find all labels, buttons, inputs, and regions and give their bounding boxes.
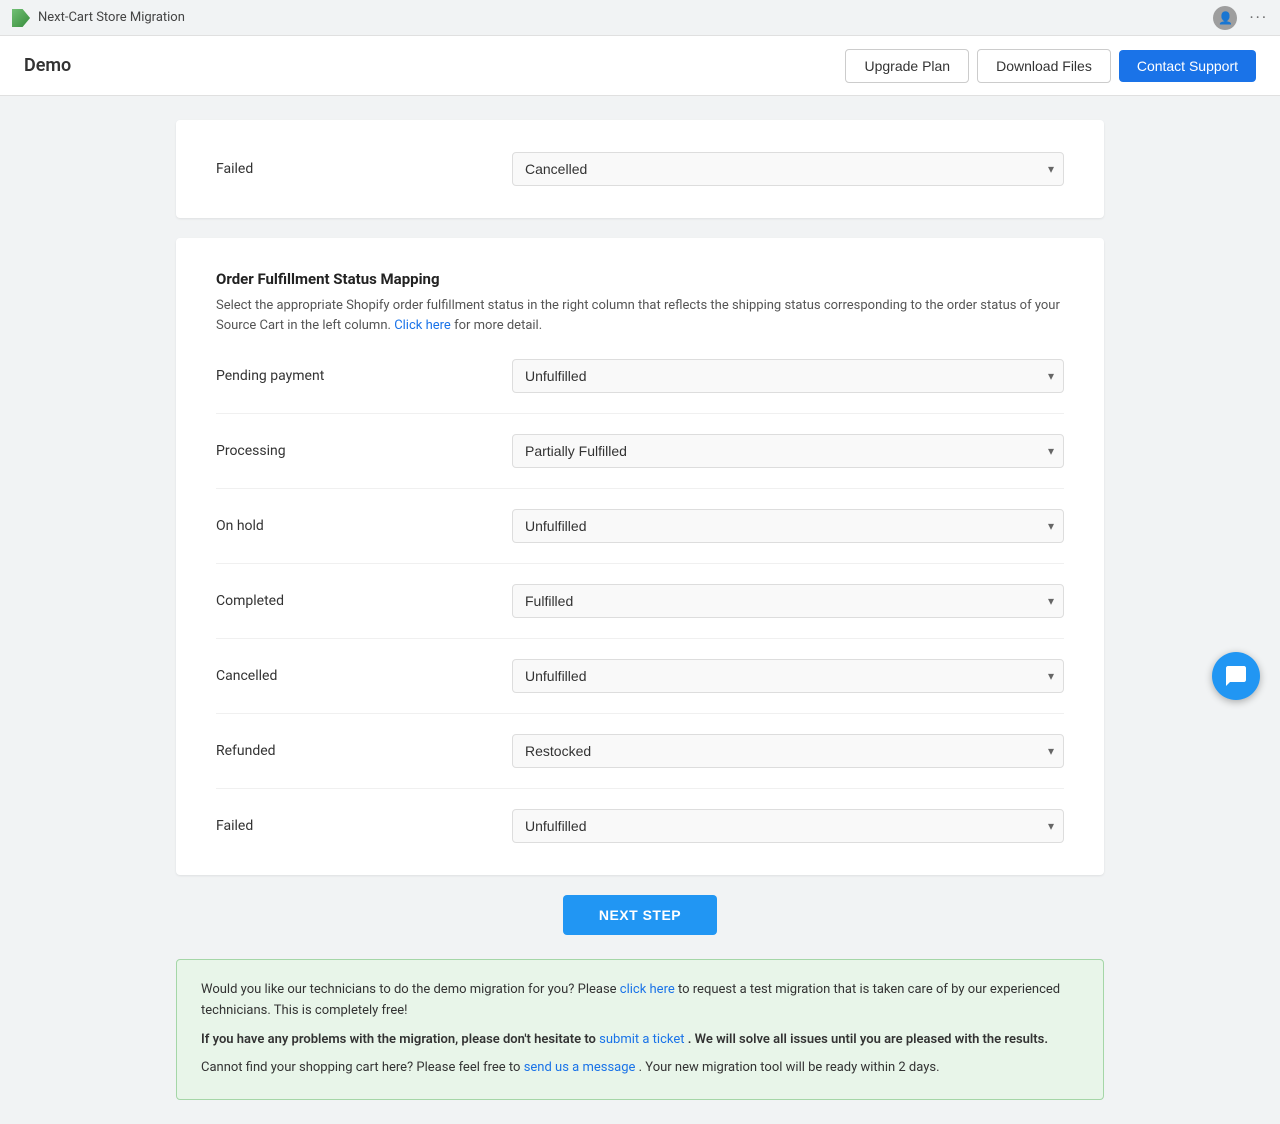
next-step-wrapper: NEXT STEP [176,895,1104,935]
app-logo: Demo [24,55,845,76]
fulfillment-desc-text: Select the appropriate Shopify order ful… [216,298,1060,333]
fulfillment-card: Order Fulfillment Status Mapping Select … [176,238,1104,875]
header-actions: Upgrade Plan Download Files Contact Supp… [845,49,1256,83]
info-click-here-link[interactable]: click here [620,982,675,997]
top-card: Failed Cancelled Unfulfilled Partially F… [176,120,1104,218]
mapping-row: Pending payment UnfulfilledPartially Fulf… [216,359,1064,393]
mapping-rows-container: Pending payment UnfulfilledPartially Fulf… [216,359,1064,843]
mapping-select-wrapper: UnfulfilledPartially FulfilledFulfilledR… [512,809,1064,843]
mapping-select-failed[interactable]: UnfulfilledPartially FulfilledFulfilledR… [512,809,1064,843]
mapping-select-wrapper: UnfulfilledPartially FulfilledFulfilledR… [512,434,1064,468]
top-failed-label: Failed [216,161,496,177]
info-line-2-end: . We will solve all issues until you are… [688,1032,1048,1047]
download-files-button[interactable]: Download Files [977,49,1111,83]
user-avatar-icon: 👤 [1213,6,1237,30]
mapping-row: Failed UnfulfilledPartially FulfilledFulf… [216,809,1064,843]
chat-icon [1224,664,1248,688]
mapping-select-pending-payment[interactable]: UnfulfilledPartially FulfilledFulfilledR… [512,359,1064,393]
row-divider [216,413,1064,414]
mapping-row: On hold UnfulfilledPartially FulfilledFul… [216,509,1064,543]
mapping-label-failed: Failed [216,818,496,834]
row-divider [216,713,1064,714]
mapping-row: Completed UnfulfilledPartially FulfilledF… [216,584,1064,618]
fulfillment-section-desc: Select the appropriate Shopify order ful… [216,296,1064,335]
info-line-1: Would you like our technicians to do the… [201,980,1079,1022]
next-step-button[interactable]: NEXT STEP [563,895,717,935]
mapping-select-wrapper: UnfulfilledPartially FulfilledFulfilledR… [512,509,1064,543]
mapping-row: Refunded UnfulfilledPartially FulfilledFu… [216,734,1064,768]
mapping-label-cancelled: Cancelled [216,668,496,684]
info-line-3-end: . Your new migration tool will be ready … [639,1060,940,1075]
row-divider [216,638,1064,639]
mapping-select-completed[interactable]: UnfulfilledPartially FulfilledFulfilledR… [512,584,1064,618]
row-divider [216,788,1064,789]
mapping-row: Processing UnfulfilledPartially Fulfilled… [216,434,1064,468]
mapping-select-refunded[interactable]: UnfulfilledPartially FulfilledFulfilledR… [512,734,1064,768]
mapping-select-wrapper: UnfulfilledPartially FulfilledFulfilledR… [512,659,1064,693]
info-line-3-start: Cannot find your shopping cart here? Ple… [201,1060,524,1075]
title-bar-actions: 👤 ··· [1213,6,1268,30]
info-line-3: Cannot find your shopping cart here? Ple… [201,1058,1079,1079]
info-submit-ticket-link[interactable]: submit a ticket [599,1032,684,1047]
mapping-label-processing: Processing [216,443,496,459]
row-divider [216,563,1064,564]
fulfillment-section-title: Order Fulfillment Status Mapping [216,270,1064,288]
app-icon [12,9,30,27]
more-options-icon[interactable]: ··· [1249,8,1268,27]
info-line-1-start: Would you like our technicians to do the… [201,982,620,997]
mapping-label-on-hold: On hold [216,518,496,534]
main-content: Failed Cancelled Unfulfilled Partially F… [160,120,1120,1100]
upgrade-plan-button[interactable]: Upgrade Plan [845,49,969,83]
fulfillment-desc-suffix: for more detail. [454,318,542,333]
mapping-select-on-hold[interactable]: UnfulfilledPartially FulfilledFulfilledR… [512,509,1064,543]
contact-support-button[interactable]: Contact Support [1119,50,1256,82]
top-failed-row: Failed Cancelled Unfulfilled Partially F… [216,152,1064,186]
mapping-label-refunded: Refunded [216,743,496,759]
app-header: Demo Upgrade Plan Download Files Contact… [0,36,1280,96]
mapping-select-processing[interactable]: UnfulfilledPartially FulfilledFulfilledR… [512,434,1064,468]
mapping-select-wrapper: UnfulfilledPartially FulfilledFulfilledR… [512,359,1064,393]
top-failed-select-wrapper: Cancelled Unfulfilled Partially Fulfille… [512,152,1064,186]
chat-button[interactable] [1212,652,1260,700]
top-failed-select[interactable]: Cancelled Unfulfilled Partially Fulfille… [512,152,1064,186]
info-banner: Would you like our technicians to do the… [176,959,1104,1100]
info-send-message-link[interactable]: send us a message [524,1060,636,1075]
mapping-row: Cancelled UnfulfilledPartially FulfilledF… [216,659,1064,693]
info-line-2-start: If you have any problems with the migrat… [201,1032,599,1047]
info-line-2: If you have any problems with the migrat… [201,1030,1079,1051]
mapping-select-wrapper: UnfulfilledPartially FulfilledFulfilledR… [512,734,1064,768]
row-divider [216,488,1064,489]
mapping-select-cancelled[interactable]: UnfulfilledPartially FulfilledFulfilledR… [512,659,1064,693]
mapping-label-completed: Completed [216,593,496,609]
fulfillment-click-here-link[interactable]: Click here [394,318,451,333]
title-bar: Next-Cart Store Migration 👤 ··· [0,0,1280,36]
mapping-label-pending-payment: Pending payment [216,368,496,384]
mapping-select-wrapper: UnfulfilledPartially FulfilledFulfilledR… [512,584,1064,618]
title-bar-text: Next-Cart Store Migration [38,10,185,25]
